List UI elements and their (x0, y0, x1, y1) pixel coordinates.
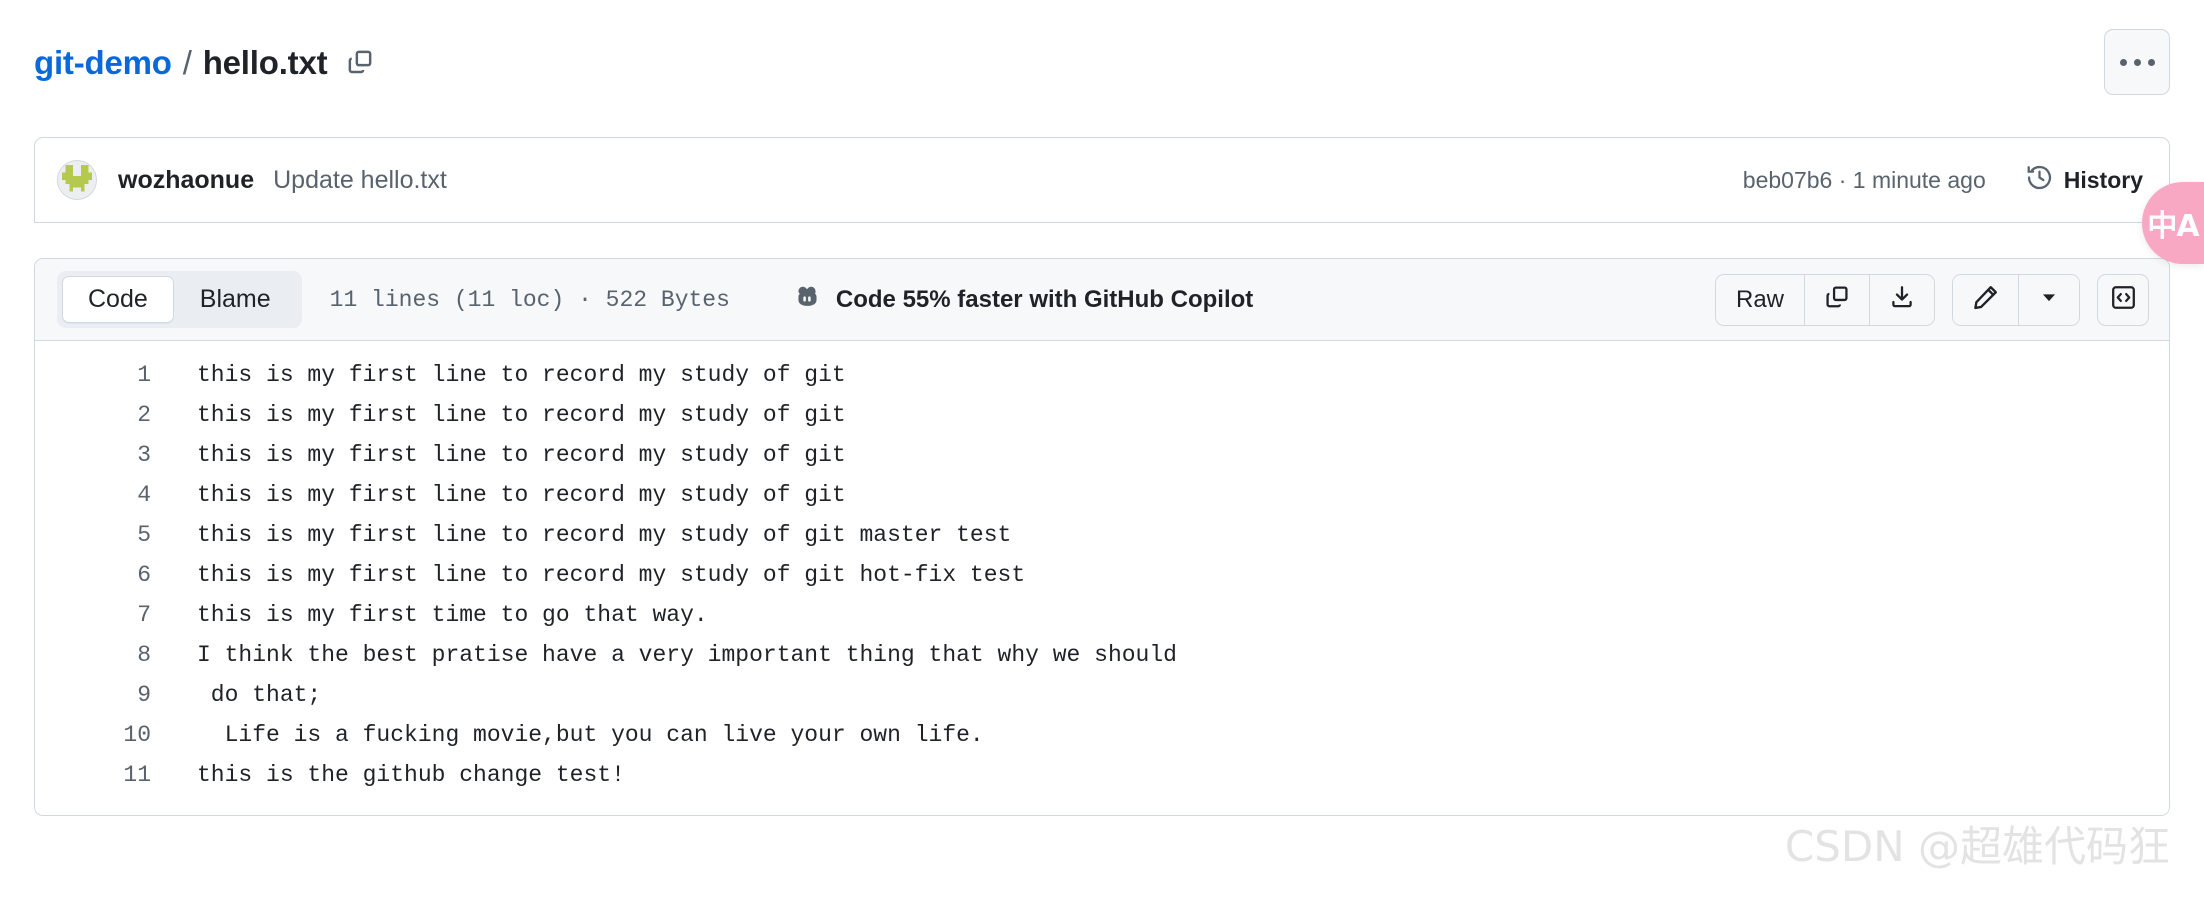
commit-message[interactable]: Update hello.txt (273, 166, 447, 195)
copy-path-icon[interactable] (345, 47, 375, 77)
line-content: this is my first line to record my study… (197, 442, 846, 468)
line-number[interactable]: 7 (35, 595, 175, 635)
line-number[interactable]: 10 (35, 715, 175, 755)
chevron-down-icon (2038, 286, 2060, 313)
line-content: this is the github change test! (197, 762, 625, 788)
edit-pencil-icon (1972, 284, 1999, 316)
line-number[interactable]: 1 (35, 355, 175, 395)
breadcrumb-separator: / (182, 43, 192, 81)
breadcrumb-file-name: hello.txt (202, 43, 328, 81)
file-toolbar: Code Blame 11 lines (11 loc) · 522 Bytes… (35, 259, 2169, 341)
code-line: 5 this is my first line to record my stu… (35, 515, 2169, 555)
more-options-icon (2147, 58, 2155, 66)
more-options-icon (2119, 58, 2127, 66)
line-content: this is my first line to record my study… (197, 362, 846, 388)
commit-author-name[interactable]: wozhaonue (118, 166, 254, 195)
tab-code[interactable]: Code (62, 275, 174, 324)
file-viewer: Code Blame 11 lines (11 loc) · 522 Bytes… (34, 258, 2170, 816)
avatar[interactable] (57, 160, 97, 200)
line-content: this is my first line to record my study… (197, 522, 1012, 548)
line-number[interactable]: 9 (35, 675, 175, 715)
code-line: 9 do that; (35, 675, 2169, 715)
code-line: 4 this is my first line to record my stu… (35, 475, 2169, 515)
line-content: this is my first time to go that way. (197, 602, 708, 628)
line-number[interactable]: 3 (35, 435, 175, 475)
download-raw-file-icon (1889, 284, 1915, 315)
line-number[interactable]: 11 (35, 755, 175, 795)
page-header: git-demo / hello.txt (0, 0, 2204, 124)
code-symbols-icon (2110, 284, 2137, 316)
copy-raw-contents-button[interactable] (1805, 274, 1870, 325)
line-content: do that; (197, 682, 322, 708)
code-line: 2 this is my first line to record my stu… (35, 395, 2169, 435)
line-number[interactable]: 4 (35, 475, 175, 515)
line-number[interactable]: 8 (35, 635, 175, 675)
toolbar-right-group: Raw (1714, 273, 2149, 326)
edit-file-group (1952, 273, 2080, 326)
copilot-upsell-link[interactable]: Code 55% faster with GitHub Copilot (792, 282, 1253, 317)
copilot-upsell-text: Code 55% faster with GitHub Copilot (835, 285, 1254, 313)
code-symbols-button[interactable] (2097, 273, 2149, 326)
download-raw-file-button[interactable] (1870, 274, 1934, 325)
commit-meta-group: beb07b6 · 1 minute ago History (1743, 164, 2143, 196)
line-content: this is my first line to record my study… (197, 562, 1026, 588)
copilot-icon (792, 282, 822, 317)
edit-dropdown-button[interactable] (2019, 274, 2079, 325)
breadcrumb-repo-link[interactable]: git-demo (34, 46, 172, 79)
line-number[interactable]: 2 (35, 395, 175, 435)
line-content: Life is a fucking movie,but you can live… (197, 722, 984, 748)
code-line: 11 this is the github change test! (35, 755, 2169, 795)
history-link[interactable]: History (2026, 164, 2143, 196)
commit-sha-and-time[interactable]: beb07b6 · 1 minute ago (1743, 167, 1986, 194)
code-line: 3 this is my first line to record my stu… (35, 435, 2169, 475)
code-line: 10 Life is a fucking movie,but you can l… (35, 715, 2169, 755)
latest-commit-panel: wozhaonue Update hello.txt beb07b6 · 1 m… (34, 137, 2170, 223)
line-number[interactable]: 5 (35, 515, 175, 555)
line-content: I think the best pratise have a very imp… (197, 642, 1177, 668)
line-content: this is my first line to record my study… (197, 402, 846, 428)
raw-copy-download-group: Raw (1714, 273, 1935, 326)
breadcrumb: git-demo / hello.txt (34, 46, 375, 79)
copy-raw-contents-icon (1824, 284, 1850, 315)
code-line: 7 this is my first time to go that way. (35, 595, 2169, 635)
line-content: this is my first line to record my study… (197, 482, 846, 508)
file-stats: 11 lines (11 loc) · 522 Bytes (329, 286, 730, 313)
tab-blame[interactable]: Blame (174, 276, 297, 324)
history-clock-icon (2026, 164, 2053, 196)
line-number[interactable]: 6 (35, 555, 175, 595)
toolbar-left-group: Code Blame 11 lines (11 loc) · 522 Bytes… (57, 270, 1253, 329)
more-options-button[interactable] (2104, 29, 2170, 95)
code-line: 1 this is my first line to record my stu… (35, 355, 2169, 395)
more-options-icon (2133, 58, 2141, 66)
csdn-watermark: CSDN @超雄代码狂 (1784, 822, 2170, 871)
translate-icon: 中A (2147, 209, 2199, 244)
edit-file-button[interactable] (1953, 274, 2019, 325)
code-line: 8 I think the best pratise have a very i… (35, 635, 2169, 675)
history-label: History (2063, 166, 2143, 193)
code-blame-switcher: Code Blame (57, 270, 302, 329)
code-content: 1 this is my first line to record my stu… (35, 341, 2169, 815)
code-line: 6 this is my first line to record my stu… (35, 555, 2169, 595)
commit-author-group: wozhaonue Update hello.txt (57, 160, 447, 200)
raw-button[interactable]: Raw (1715, 274, 1805, 325)
